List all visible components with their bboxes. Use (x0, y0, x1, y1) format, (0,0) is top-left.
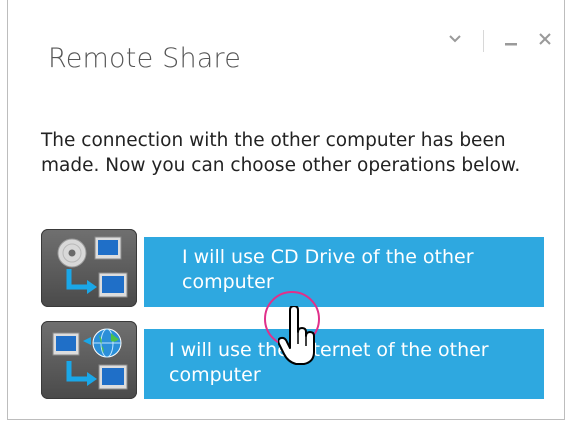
use-internet-button[interactable]: I will use the Internet of the other com… (144, 329, 544, 399)
use-cd-drive-button[interactable]: I will use CD Drive of the other compute… (144, 237, 544, 307)
cd-drive-share-icon[interactable] (41, 229, 137, 307)
close-icon[interactable] (536, 30, 554, 48)
connection-message: The connection with the other computer h… (41, 130, 521, 176)
chevron-down-icon[interactable] (446, 30, 464, 48)
internet-share-icon[interactable] (41, 321, 137, 399)
control-separator (483, 30, 484, 52)
hand-pointer-icon (277, 305, 318, 370)
window-title: Remote Share (48, 43, 242, 74)
minimize-icon[interactable] (502, 30, 520, 48)
